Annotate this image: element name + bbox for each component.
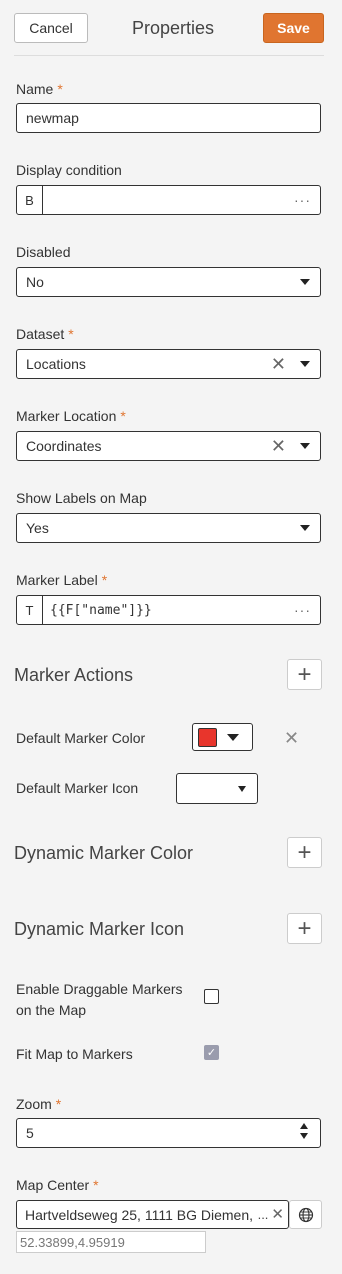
clear-icon[interactable]: ✕ [271,355,286,373]
check-icon: ✓ [206,1047,217,1059]
cancel-button[interactable]: Cancel [14,13,88,43]
color-swatch [198,727,217,747]
marker-location-select[interactable]: Coordinates ✕ [16,431,321,461]
name-input[interactable]: newmap [16,103,321,133]
zoom-value: 5 [26,1125,34,1141]
show-labels-select[interactable]: Yes [16,513,321,543]
chevron-down-icon [300,361,310,367]
chevron-down-icon [300,525,310,531]
dataset-label: Dataset * [16,326,74,342]
text-type-badge[interactable]: T [17,596,43,624]
display-condition-input[interactable]: B ··· [16,185,321,215]
more-icon[interactable]: ··· [294,602,311,618]
map-center-value: Hartveldseweg 25, 1111 BG Diemen, [25,1206,254,1223]
plus-icon: + [297,838,312,866]
zoom-input[interactable]: 5 [16,1118,321,1148]
clear-icon[interactable]: ✕ [271,437,286,455]
ellipsis: ... [257,1207,269,1222]
chevron-down-icon [300,279,310,285]
increment-icon[interactable] [300,1123,308,1129]
number-stepper[interactable] [300,1123,308,1139]
disabled-label: Disabled [16,244,71,260]
add-dynamic-marker-icon-button[interactable]: + [287,913,322,944]
disabled-value: No [26,274,44,290]
chevron-down-icon [227,733,239,741]
globe-button[interactable] [289,1200,322,1229]
globe-icon [298,1207,313,1222]
dataset-select[interactable]: Locations ✕ [16,349,321,379]
draggable-markers-label: Enable Draggable Markers on the Map [16,981,183,1018]
plus-icon: + [297,914,312,942]
page-title: Properties [131,18,215,38]
marker-actions-title: Marker Actions [14,665,134,685]
default-marker-color-label: Default Marker Color [16,730,146,746]
show-labels-label: Show Labels on Map [16,490,147,506]
chevron-down-icon [300,443,310,449]
marker-label-value: {{F["name"]}} [50,602,152,618]
display-condition-label: Display condition [16,162,122,178]
show-labels-value: Yes [26,520,49,536]
clear-icon[interactable]: ✕ [271,1207,284,1222]
dynamic-marker-icon-title: Dynamic Marker Icon [14,919,185,939]
add-dynamic-marker-color-button[interactable]: + [287,837,322,868]
clear-color-icon[interactable]: ✕ [284,728,299,749]
marker-color-picker[interactable] [192,723,253,751]
marker-label-label: Marker Label * [16,572,108,588]
zoom-label: Zoom * [16,1096,62,1112]
dataset-value: Locations [26,356,86,372]
map-center-label: Map Center * [16,1177,99,1193]
fit-map-label: Fit Map to Markers [16,1046,133,1062]
marker-location-label: Marker Location * [16,408,126,424]
add-marker-action-button[interactable]: + [287,659,322,690]
properties-header: Cancel Properties Save [0,0,342,56]
map-center-coordinates: 52.33899,4.95919 [16,1231,206,1253]
fit-map-checkbox[interactable]: ✓ [204,1045,219,1060]
draggable-markers-checkbox[interactable] [204,989,219,1004]
marker-label-input[interactable]: T {{F["name"]}} ··· [16,595,321,625]
more-icon[interactable]: ··· [294,192,311,208]
save-button[interactable]: Save [263,13,324,43]
map-center-input[interactable]: Hartveldseweg 25, 1111 BG Diemen, ... ✕ [16,1200,289,1229]
marker-icon-select[interactable] [176,773,258,804]
marker-location-value: Coordinates [26,438,102,454]
decrement-icon[interactable] [300,1133,308,1139]
disabled-select[interactable]: No [16,267,321,297]
default-marker-icon-label: Default Marker Icon [16,780,139,796]
dynamic-marker-color-title: Dynamic Marker Color [14,843,194,863]
header-divider [14,55,324,56]
boolean-type-badge[interactable]: B [17,186,43,214]
plus-icon: + [297,660,312,688]
chevron-down-icon [238,785,246,792]
name-label: Name * [16,81,63,97]
name-value: newmap [26,110,79,126]
